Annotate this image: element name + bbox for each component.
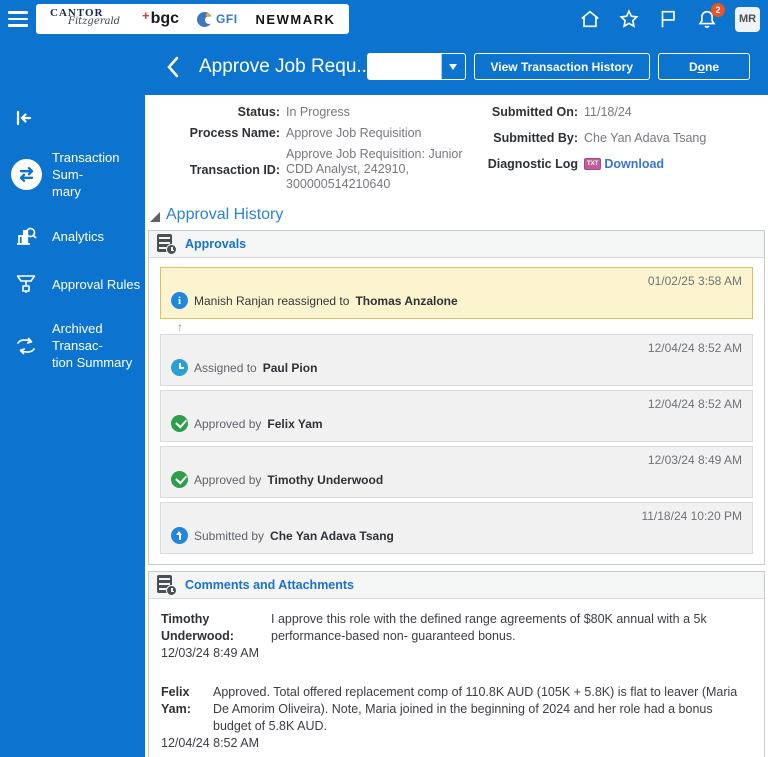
sidebar: Transaction Sum- mary Analytics Approval… [0,95,145,757]
analytics-icon [8,224,44,248]
main-content: Status: In Progress Process Name: Approv… [145,95,768,757]
status-label: Status: [237,105,280,119]
flag-icon[interactable] [657,8,679,30]
actions-dropdown-toggle[interactable] [440,54,465,79]
approvals-panel-title: Approvals [185,237,247,251]
approval-entry-approved-1: 12/04/24 8:52 AM Approved by Felix Yam [160,390,753,442]
brand-logo-group: CANTOR Fitzgerald + bgc GFI NEWMARK [36,4,350,34]
sidebar-collapse-icon[interactable] [6,105,42,131]
gfi-mark-icon [197,11,214,27]
transaction-id-label: Transaction ID: [189,162,280,177]
approval-entry-submitted: 11/18/24 10:20 PM Submitted by Che Yan A… [160,502,753,554]
home-icon[interactable] [579,8,601,30]
approved-check-icon [171,415,188,432]
newmark-logo: NEWMARK [255,11,336,27]
sidebar-item-analytics[interactable]: Analytics [0,224,145,248]
pending-clock-icon [171,359,188,376]
txt-file-icon: TXT [584,158,602,170]
chevron-down-icon [449,63,457,70]
process-name-value: Approve Job Requisition [286,126,422,140]
diagnostic-log-label: Diagnostic Log [487,157,578,171]
actions-button[interactable]: Actions [368,54,441,79]
entry-date: 11/18/24 10:20 PM [641,509,742,523]
sidebar-item-approval-rules[interactable]: Approval Rules [0,272,145,296]
comment-date: 12/04/24 8:52 AM [161,736,259,750]
gfi-logo: GFI [197,11,238,27]
approval-entry-reassigned: 01/02/25 3:58 AM i Manish Ranjan reassig… [160,267,753,319]
sidebar-item-transaction-summary[interactable]: Transaction Sum- mary [0,149,145,200]
entry-date: 01/02/25 3:58 AM [647,274,742,288]
user-avatar[interactable]: MR [735,6,760,32]
approvals-panel-header: Approvals [149,231,764,258]
archived-transactions-icon [8,334,44,358]
submitted-by-value: Che Yan Adava Tsang [584,131,707,145]
approvals-panel: Approvals 01/02/25 3:58 AM i Manish Ranj… [148,230,765,565]
history-document-icon [155,233,177,255]
submitted-up-arrow-icon [171,527,188,544]
comment-date: 12/03/24 8:49 AM [161,646,259,660]
entry-date: 12/04/24 8:52 AM [647,341,742,355]
done-button[interactable]: Do ne [658,53,750,80]
submitted-on-label: Submitted On: [491,105,578,119]
comments-panel-header: Comments and Attachments [149,572,764,599]
page-header: Approve Job Requ... Actions View Transac… [0,38,768,95]
comment-item: Timothy Underwood: I approve this role w… [161,611,752,662]
page-title: Approve Job Requ... [199,55,368,77]
collapse-triangle-icon [150,212,160,222]
comment-author: Timothy Underwood: [161,612,234,643]
comment-author: Felix Yam: [161,685,191,716]
comment-text: I approve this role with the defined ran… [271,612,707,643]
transaction-id-value: Approve Job Requisition: Junior CDD Anal… [286,147,463,191]
comments-panel-title: Comments and Attachments [185,578,355,592]
info-icon: i [171,292,188,309]
approved-check-icon [171,471,188,488]
bgc-logo: + bgc [142,8,180,27]
approval-entry-assigned: 12/04/24 8:52 AM Assigned to Paul Pion [160,334,753,386]
favorites-star-icon[interactable] [618,8,640,30]
view-transaction-history-button[interactable]: View Transaction History [473,53,650,80]
notification-count-badge: 2 [711,3,725,17]
comments-panel: Comments and Attachments Timothy Underwo… [148,571,765,757]
transaction-summary-icon [8,159,44,190]
approval-history-title: Approval History [166,206,284,223]
submitted-by-label: Submitted By: [493,131,578,145]
cantor-fitzgerald-logo: CANTOR Fitzgerald [50,7,121,27]
notifications-bell-icon[interactable]: 2 [696,3,725,30]
approval-rules-icon [8,272,44,296]
actions-split-button: Actions [367,53,466,80]
transaction-fields: Status: In Progress Process Name: Approv… [148,103,765,192]
process-name-label: Process Name: [189,126,280,140]
history-document-icon [155,574,177,596]
timeline-up-arrow-icon: ↑ [177,319,183,334]
sidebar-item-archived-transaction-summary[interactable]: Archived Transac- tion Summary [0,320,145,371]
status-value: In Progress [286,105,350,119]
comment-item: Felix Yam: Approved. Total offered repla… [161,684,752,752]
approval-entry-approved-2: 12/03/24 8:49 AM Approved by Timothy Und… [160,446,753,498]
submitted-on-value: 11/18/24 [584,105,632,119]
entry-date: 12/04/24 8:52 AM [647,397,742,411]
hamburger-menu-icon[interactable] [0,11,36,27]
approval-history-section-header[interactable]: Approval History [150,206,765,224]
top-app-bar: CANTOR Fitzgerald + bgc GFI NEWMARK 2 MR [0,0,768,38]
back-chevron-icon[interactable] [163,54,183,80]
entry-date: 12/03/24 8:49 AM [647,453,742,467]
download-link[interactable]: Download [604,157,664,171]
comment-text: Approved. Total offered replacement comp… [213,685,738,733]
